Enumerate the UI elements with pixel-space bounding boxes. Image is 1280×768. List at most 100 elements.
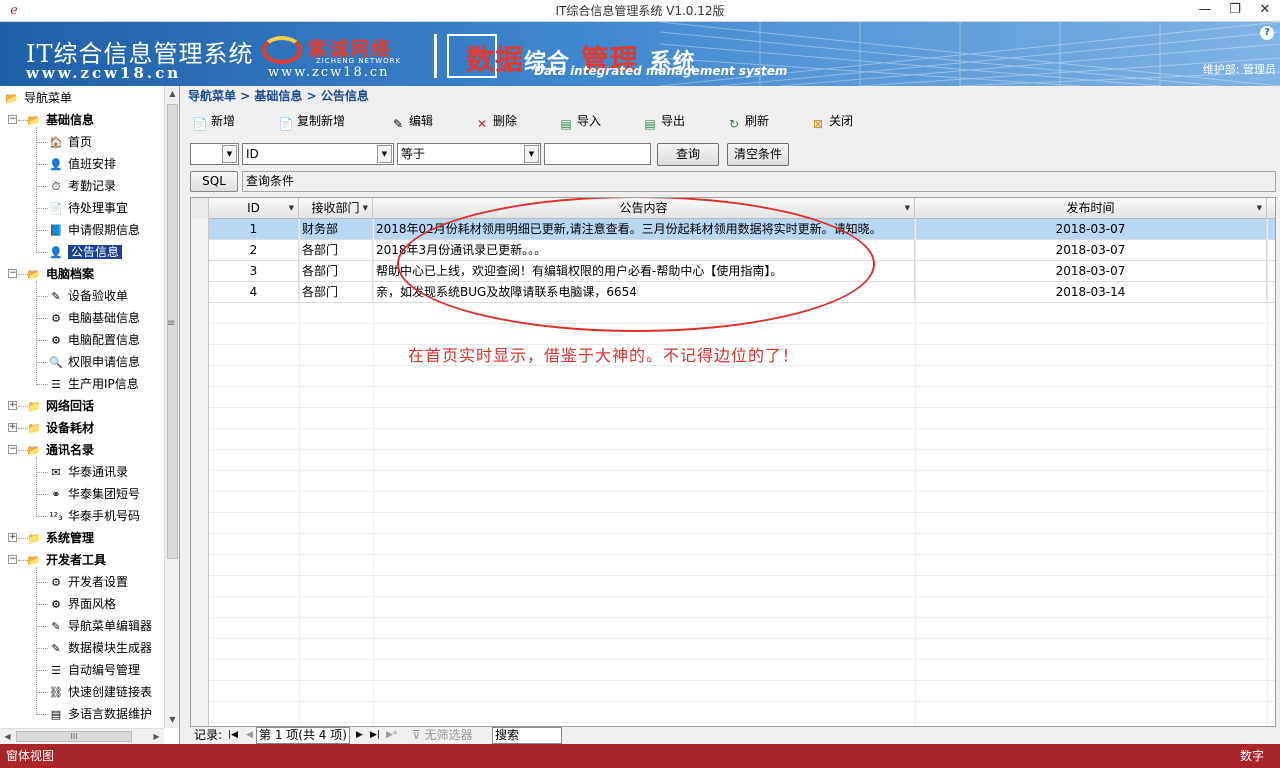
row-selector[interactable]	[191, 261, 209, 282]
restore-button[interactable]: ❐	[1220, 0, 1250, 22]
table-cell[interactable]: 2018-03-07	[915, 240, 1267, 261]
grid-corner[interactable]	[191, 198, 209, 219]
tree-item-1-2[interactable]: ⚙ 电脑配置信息	[48, 329, 140, 351]
import-button[interactable]: ▤ 导入	[558, 110, 601, 132]
tree-item-4-0[interactable]: ✉ 华泰通讯录	[48, 461, 128, 483]
chevron-down-icon[interactable]: ▼	[289, 198, 294, 219]
no-filter-button[interactable]: ⊽ 无筛选器	[412, 726, 473, 744]
tree-item-0-0[interactable]: 🏠 首页	[48, 131, 92, 153]
tree-item-1-1[interactable]: ⚙ 电脑基础信息	[48, 307, 140, 329]
table-cell[interactable]: 各部门	[299, 261, 373, 282]
tree-expander[interactable]: −	[8, 555, 17, 564]
tree-group-6[interactable]: 📂 开发者工具	[26, 549, 106, 571]
column-header-content[interactable]: 公告内容 ▼	[373, 198, 915, 219]
table-cell[interactable]: 2018年02月份耗材领用明细已更新,请注意查看。三月份起耗材领用数据将实时更新…	[373, 219, 915, 240]
tree-item-0-1[interactable]: 👤 值班安排	[48, 153, 116, 175]
tree-expander[interactable]: −	[8, 269, 17, 278]
query-condition-field[interactable]: 查询条件	[242, 171, 1276, 192]
next-record-icon[interactable]: ▶	[356, 726, 363, 744]
column-header-publish-time[interactable]: 发布时间 ▼	[915, 198, 1267, 219]
tree-expander[interactable]: +	[8, 401, 17, 410]
table-cell[interactable]: 各部门	[299, 240, 373, 261]
query-button[interactable]: 查询	[657, 143, 719, 166]
clear-conditions-button[interactable]: 清空条件	[727, 143, 789, 166]
table-row[interactable]: 1 财务部 2018年02月份耗材领用明细已更新,请注意查看。三月份起耗材领用数据将…	[191, 219, 1275, 240]
tree-expander[interactable]: −	[8, 445, 17, 454]
table-cell[interactable]: 各部门	[299, 282, 373, 303]
table-cell[interactable]: 2018年3月份通讯录已更新。。。	[373, 240, 915, 261]
table-cell[interactable]: 2018-03-07	[915, 219, 1267, 240]
add-button[interactable]: 📄 新增	[192, 110, 236, 132]
tree-item-1-3[interactable]: 🔍 权限申请信息	[48, 351, 140, 373]
tree-item-6-6[interactable]: ▤ 多语言数据维护	[48, 703, 152, 725]
tree-item-0-2[interactable]: ⏱ 考勤记录	[48, 175, 116, 197]
tree-item-0-4[interactable]: 📘 申请假期信息	[48, 219, 140, 241]
scroll-left-icon[interactable]: ◀	[0, 729, 15, 745]
close-window-button[interactable]: ✕	[1250, 0, 1280, 22]
tree-expander[interactable]: +	[8, 533, 17, 542]
column-header-id[interactable]: ID ▼	[209, 198, 299, 219]
first-record-icon[interactable]: |◀	[228, 726, 238, 744]
tree-item-4-1[interactable]: ⚭ 华泰集团短号	[48, 483, 140, 505]
table-cell[interactable]: 2018-03-14	[915, 282, 1267, 303]
table-cell[interactable]: 1	[209, 219, 299, 240]
chevron-down-icon[interactable]: ▼	[363, 198, 368, 219]
filter-field1-select[interactable]: ▼	[190, 143, 239, 165]
tree-horizontal-scrollbar[interactable]: ◀ III ▶	[0, 728, 164, 744]
column-header-department[interactable]: 接收部门 ▼	[299, 198, 373, 219]
tree-group-2[interactable]: 📁 网络回话	[26, 395, 94, 417]
table-cell[interactable]: 2018-03-07	[915, 261, 1267, 282]
tree-item-4-2[interactable]: ¹²₃ 华泰手机号码	[48, 505, 140, 527]
new-record-icon[interactable]: ▶*	[386, 726, 397, 744]
tree-item-6-2[interactable]: ✎ 导航菜单编辑器	[48, 615, 152, 637]
table-cell[interactable]: 4	[209, 282, 299, 303]
tree-expander[interactable]: +	[8, 423, 17, 432]
table-row[interactable]: 2 各部门 2018年3月份通讯录已更新。。。 2018-03-07	[191, 240, 1275, 261]
table-row[interactable]: 4 各部门 亲，如发现系统BUG及故障请联系电脑课，6654 2018-03-14	[191, 282, 1275, 303]
tree-item-6-4[interactable]: ☰ 自动编号管理	[48, 659, 140, 681]
table-cell[interactable]: 帮助中心已上线，欢迎查阅！有编辑权限的用户必看-帮助中心【使用指南】。	[373, 261, 915, 282]
edit-button[interactable]: ✎ 编辑	[390, 110, 433, 132]
row-selector[interactable]	[191, 219, 209, 240]
tree-item-6-5[interactable]: ⛓ 快速创建链接表	[48, 681, 152, 703]
table-row[interactable]: 3 各部门 帮助中心已上线，欢迎查阅！有编辑权限的用户必看-帮助中心【使用指南】。 2…	[191, 261, 1275, 282]
chevron-down-icon[interactable]: ▼	[1257, 198, 1262, 219]
scroll-thumb[interactable]	[167, 104, 178, 559]
close-button[interactable]: ⊠ 关闭	[810, 110, 853, 132]
table-cell[interactable]: 财务部	[299, 219, 373, 240]
splitter-grip-icon[interactable]: ≡	[167, 318, 175, 329]
chevron-down-icon[interactable]: ▼	[524, 145, 539, 163]
table-cell[interactable]: 亲，如发现系统BUG及故障请联系电脑课，6654	[373, 282, 915, 303]
refresh-button[interactable]: ↻ 刷新	[726, 110, 769, 132]
help-icon[interactable]: ?	[1260, 26, 1274, 40]
sql-button[interactable]: SQL	[190, 171, 238, 192]
chevron-down-icon[interactable]: ▼	[222, 145, 237, 163]
row-selector[interactable]	[191, 282, 209, 303]
tree-item-0-3[interactable]: 📄 待处理事宜	[48, 197, 128, 219]
tree-item-1-4[interactable]: ☰ 生产用IP信息	[48, 373, 139, 395]
tree-group-3[interactable]: 📁 设备耗材	[26, 417, 94, 439]
prev-record-icon[interactable]: ◀	[246, 726, 253, 744]
tree-item-6-1[interactable]: ⚙ 界面风格	[48, 593, 116, 615]
export-button[interactable]: ▤ 导出	[642, 110, 685, 132]
tree-item-0-5[interactable]: 👤 公告信息	[48, 241, 123, 263]
scroll-down-icon[interactable]: ▼	[165, 712, 180, 728]
tree-group-5[interactable]: 📁 系统管理	[26, 527, 94, 549]
chevron-down-icon[interactable]: ▼	[377, 145, 392, 163]
last-record-icon[interactable]: ▶|	[370, 726, 380, 744]
copy-add-button[interactable]: 📄 复制新增	[278, 110, 346, 132]
filter-operator-select[interactable]: 等于 ▼	[397, 143, 541, 165]
tree-item-1-0[interactable]: ✎ 设备验收单	[48, 285, 128, 307]
tree-root[interactable]: 📂 导航菜单	[4, 87, 72, 109]
chevron-down-icon[interactable]: ▼	[905, 198, 910, 219]
delete-button[interactable]: ✕ 删除	[474, 110, 517, 132]
scroll-up-icon[interactable]: ▲	[165, 86, 180, 102]
table-cell[interactable]: 2	[209, 240, 299, 261]
navigator-search-input[interactable]: 搜索	[492, 727, 562, 744]
table-cell[interactable]: 3	[209, 261, 299, 282]
tree-expander[interactable]: −	[8, 115, 17, 124]
tree-item-6-0[interactable]: ⚙ 开发者设置	[48, 571, 128, 593]
row-selector[interactable]	[191, 240, 209, 261]
scroll-thumb[interactable]: III	[16, 731, 132, 742]
minimize-button[interactable]: —	[1190, 0, 1220, 22]
